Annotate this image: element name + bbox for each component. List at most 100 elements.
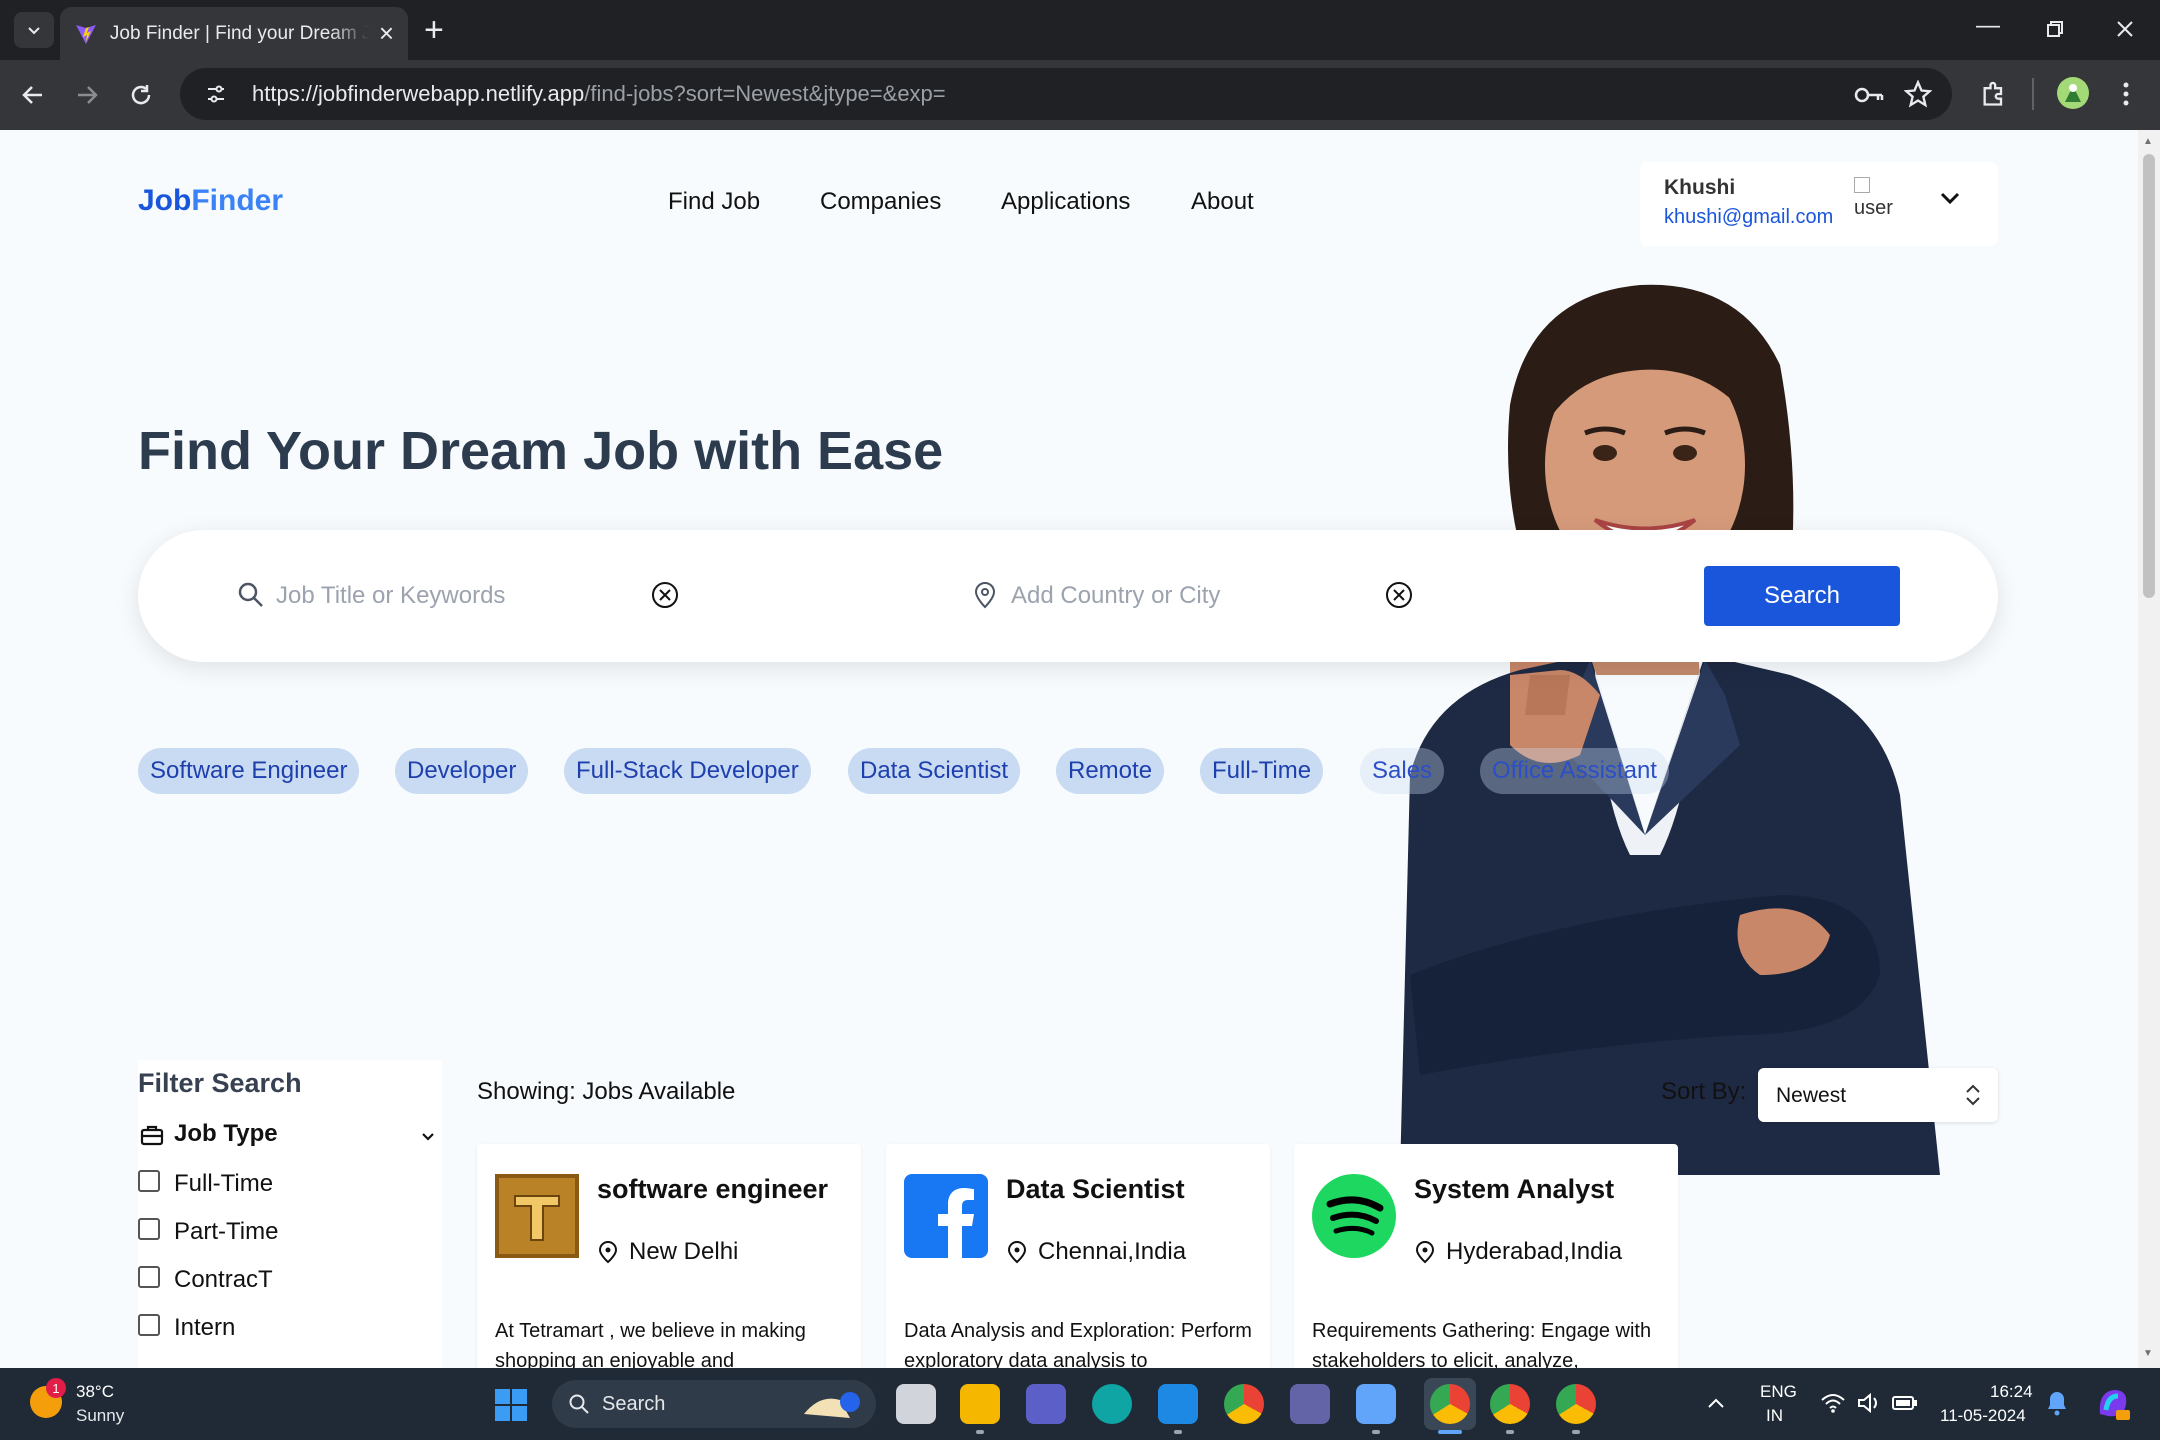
job-search-bar: Job Title or Keywords Add Country or Cit… [138, 530, 1998, 662]
clock-date[interactable]: 11-05-2024 [1940, 1406, 2026, 1426]
chevron-down-icon[interactable] [420, 1128, 436, 1144]
job-card[interactable]: System Analyst Hyderabad,India Requireme… [1294, 1144, 1678, 1368]
language-region[interactable]: IN [1766, 1406, 1783, 1426]
close-window-icon[interactable] [2116, 20, 2134, 38]
reload-icon[interactable] [128, 82, 154, 108]
windows-taskbar: 1 38°C Sunny Search ENG IN 16:24 11-05-2… [0, 1368, 2160, 1440]
browser-menu-icon[interactable] [2120, 80, 2132, 108]
bookmark-star-icon[interactable] [1904, 80, 1932, 108]
tag-chip[interactable]: Sales [1360, 748, 1445, 794]
scrollbar-thumb[interactable] [2143, 154, 2155, 598]
sort-select[interactable]: Newest [1758, 1068, 1998, 1122]
wifi-icon[interactable] [1820, 1392, 1846, 1414]
job-card[interactable]: Data Scientist Chennai,India Data Analys… [886, 1144, 1270, 1368]
copilot-icon[interactable] [2094, 1384, 2132, 1422]
password-key-icon[interactable] [1854, 84, 1884, 106]
checkbox[interactable] [138, 1170, 160, 1192]
spotify-logo-icon [1312, 1174, 1396, 1258]
site-info-icon[interactable] [198, 76, 234, 112]
running-indicator [1372, 1430, 1380, 1434]
chrome-icon[interactable] [1224, 1384, 1264, 1424]
tag-chip[interactable]: Data Scientist [848, 748, 1021, 794]
job-title: software engineer [597, 1174, 829, 1204]
nav-find-job[interactable]: Find Job [668, 188, 760, 216]
search-button[interactable]: Search [1704, 566, 1900, 626]
browser-tab-strip: Job Finder | Find your Dream Job × + — [0, 0, 2160, 60]
user-menu[interactable]: Khushi khushi@gmail.com user [1640, 162, 1998, 246]
chevron-down-icon[interactable] [1936, 184, 1964, 212]
nav-about[interactable]: About [1191, 188, 1254, 216]
tag-chip[interactable]: Full-Stack Developer [564, 748, 811, 794]
jobfinder-logo[interactable]: JobFinder [138, 184, 283, 218]
browser-toolbar: https://jobfinderwebapp.netlify.app/find… [0, 60, 2160, 130]
chevron-up-icon[interactable] [1706, 1396, 1726, 1410]
tab-title: Job Finder | Find your Dream Job [109, 22, 369, 44]
taskbar-search[interactable]: Search [552, 1380, 876, 1428]
language-indicator[interactable]: ENG [1760, 1382, 1797, 1402]
scroll-down-icon[interactable]: ▼ [2143, 1348, 2153, 1359]
browser-tab-active[interactable]: Job Finder | Find your Dream Job × [60, 7, 408, 60]
minimize-icon[interactable]: — [1976, 12, 2000, 40]
file-explorer-icon[interactable] [960, 1384, 1000, 1424]
task-view-icon[interactable] [896, 1384, 936, 1424]
windows-start-icon[interactable] [494, 1388, 528, 1422]
profile-avatar-icon[interactable] [2056, 76, 2090, 110]
notification-bell-icon[interactable] [2046, 1390, 2068, 1416]
user-name: Khushi [1664, 176, 1736, 199]
job-location: Hyderabad,India [1446, 1238, 1623, 1265]
search-icon [238, 582, 263, 607]
running-indicator [976, 1430, 984, 1434]
clock-time[interactable]: 16:24 [1990, 1382, 2033, 1402]
job-card[interactable]: software engineer New Delhi At Tetramart… [477, 1144, 861, 1368]
teams-classic-icon[interactable] [1290, 1384, 1330, 1424]
nav-applications[interactable]: Applications [1001, 188, 1130, 216]
job-type-toggle[interactable]: Job Type [138, 1118, 442, 1154]
toolbar-divider [2032, 78, 2034, 110]
running-indicator [1506, 1430, 1514, 1434]
chevron-down-icon [28, 27, 40, 35]
weather-badge: 1 [46, 1378, 66, 1398]
sort-arrows-icon [1966, 1084, 1980, 1106]
tag-chip[interactable]: Full-Time [1200, 748, 1324, 794]
user-email: khushi@gmail.com [1664, 206, 1834, 228]
back-arrow-icon[interactable] [20, 82, 46, 108]
tab-search-button[interactable] [14, 12, 54, 48]
weather-desc[interactable]: Sunny [76, 1406, 124, 1426]
tag-chip[interactable]: Remote [1056, 748, 1165, 794]
scroll-up-icon[interactable]: ▲ [2143, 136, 2153, 147]
nav-companies[interactable]: Companies [820, 188, 941, 216]
keyword-input[interactable]: Job Title or Keywords [276, 582, 505, 610]
restore-icon[interactable] [2046, 20, 2064, 38]
checkbox[interactable] [138, 1266, 160, 1288]
location-pin-icon [1415, 1241, 1435, 1264]
teams-icon[interactable] [1026, 1384, 1066, 1424]
address-bar[interactable]: https://jobfinderwebapp.netlify.app/find… [180, 68, 1952, 120]
extensions-puzzle-icon[interactable] [1980, 80, 2008, 108]
clear-keyword-icon[interactable] [650, 580, 680, 610]
clear-location-icon[interactable] [1384, 580, 1414, 610]
location-input[interactable]: Add Country or City [1011, 582, 1220, 610]
vite-favicon-icon [75, 24, 96, 44]
chrome-profile-2-icon[interactable] [1490, 1384, 1530, 1424]
sort-label: Sort By: [1661, 1078, 1747, 1105]
page-scrollbar[interactable]: ▲ ▼ [2138, 130, 2160, 1368]
edge-icon[interactable] [1092, 1384, 1132, 1424]
new-tab-button[interactable]: + [424, 12, 444, 48]
avatar: user [1854, 174, 1893, 220]
volume-icon[interactable] [1856, 1392, 1882, 1414]
notepad-icon[interactable] [1356, 1384, 1396, 1424]
forward-arrow-icon[interactable] [74, 82, 100, 108]
chrome-profile-3-icon[interactable] [1556, 1384, 1596, 1424]
vscode-icon[interactable] [1158, 1384, 1198, 1424]
location-pin-icon [974, 582, 996, 609]
checkbox[interactable] [138, 1314, 160, 1336]
weather-temp[interactable]: 38°C [76, 1382, 114, 1402]
tag-chip[interactable]: Developer [395, 748, 529, 794]
active-indicator [1438, 1430, 1462, 1434]
tag-chip[interactable]: Office Assistant [1480, 748, 1669, 794]
facebook-logo-icon [904, 1174, 988, 1258]
tag-chip[interactable]: Software Engineer [138, 748, 360, 794]
tab-close-icon[interactable]: × [379, 18, 394, 49]
battery-icon[interactable] [1892, 1394, 1918, 1412]
checkbox[interactable] [138, 1218, 160, 1240]
